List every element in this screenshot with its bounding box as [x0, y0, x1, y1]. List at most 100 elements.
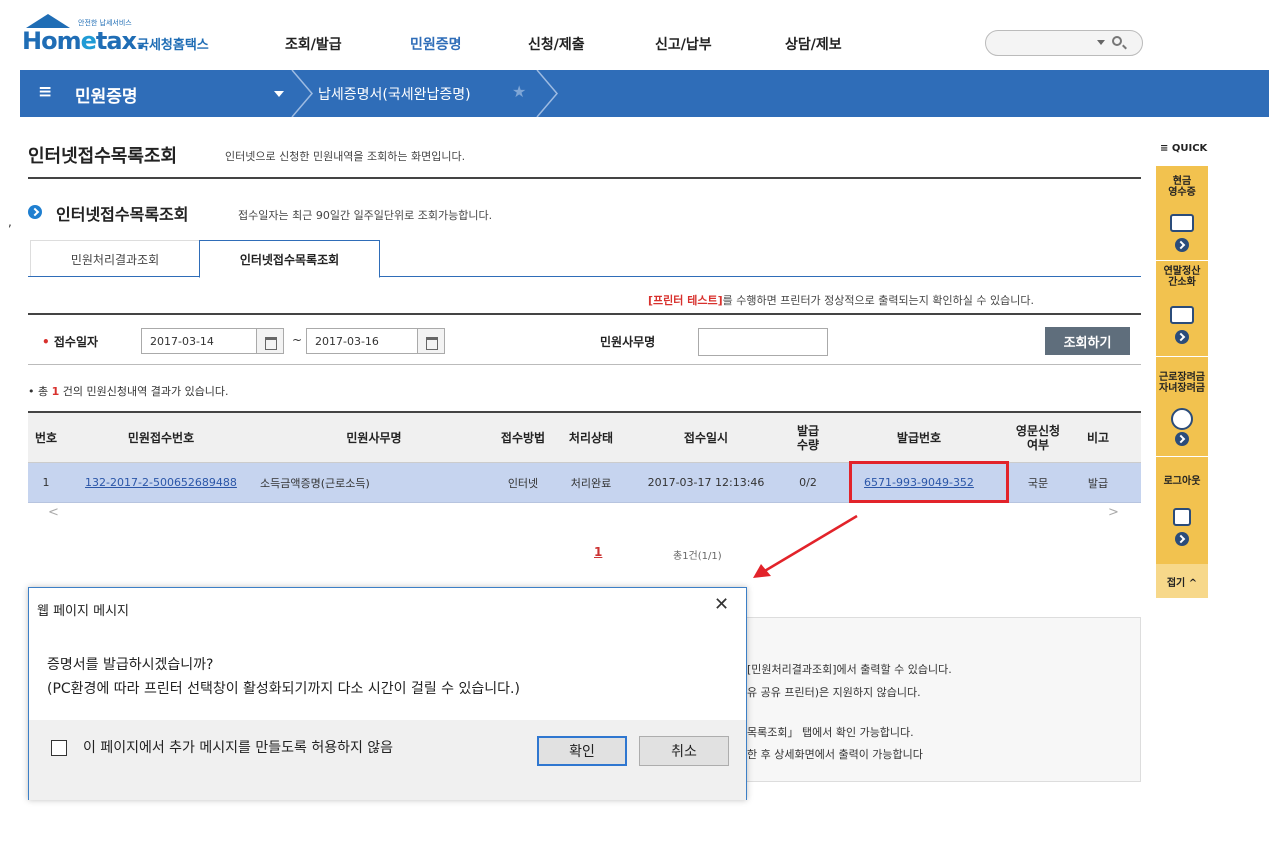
quick-cash-receipt[interactable]: 현금 영수증	[1156, 176, 1208, 198]
tab-internet-receipt-list[interactable]: 인터넷접수목록조회	[199, 240, 380, 278]
col-header-english: 영문신청 여부	[1015, 423, 1061, 452]
section-bullet-icon	[28, 205, 42, 219]
col-header-method: 접수방법	[500, 430, 546, 445]
cancel-button[interactable]: 취소	[639, 736, 729, 766]
col-header-note: 비고	[1086, 430, 1110, 445]
page-description: 인터넷으로 신청한 민원내역을 조회하는 화면입니다.	[225, 150, 466, 163]
calendar-icon[interactable]	[256, 328, 284, 354]
quick-menu-label: ≡ QUICK	[1160, 143, 1208, 154]
quick-divider	[1156, 356, 1208, 357]
hometax-logo[interactable]: 안전한 납세서비스 Hometax. 국세청홈택스	[20, 12, 230, 60]
dialog-title: 웹 페이지 메시지	[37, 604, 129, 619]
suppress-messages-checkbox[interactable]	[51, 740, 67, 756]
search-icon[interactable]	[1112, 36, 1122, 46]
logo-subtitle: 국세청홈택스	[137, 38, 209, 53]
table-header: 번호 민원접수번호 민원사무명 접수방법 처리상태 접수일시 발급 수량 발급번…	[28, 411, 1141, 463]
lock-icon[interactable]	[1173, 508, 1191, 526]
pager-total: 총1건(1/1)	[673, 551, 722, 562]
search-panel: • 접수일자 2017-03-14 ~ 2017-03-16 민원사무명 조회하…	[28, 313, 1141, 365]
cell-method: 인터넷	[507, 476, 539, 490]
search-button[interactable]: 조회하기	[1045, 327, 1130, 355]
col-header-issue-qty: 발급 수량	[796, 423, 820, 452]
logo-roof-icon	[26, 14, 70, 28]
dialog-message: 증명서를 발급하시겠습니까?	[47, 657, 214, 673]
breadcrumb-section[interactable]: 민원증명	[75, 82, 138, 107]
dialog-footer: 이 페이지에서 추가 메시지를 만들도록 허용하지 않음 확인 취소	[29, 720, 746, 800]
col-header-no: 번호	[34, 430, 58, 445]
ok-button[interactable]: 확인	[537, 736, 627, 766]
info-line: [민원처리결과조회]에서 출력할 수 있습니다.	[747, 663, 952, 676]
quick-menu: 현금 영수증 연말정산 간소화 근로장려금 자녀장려금 로그아웃 접기 ^	[1156, 166, 1208, 598]
result-count: • 총 1 건의 민원신청내역 결과가 있습니다.	[28, 385, 229, 398]
cell-note[interactable]: 발급	[1068, 463, 1128, 502]
quick-logout[interactable]: 로그아웃	[1156, 476, 1208, 487]
info-line: 목록조회」 탭에서 확인 가능합니다.	[747, 726, 914, 739]
pager-page-1[interactable]: 1	[594, 545, 602, 559]
breadcrumb-separator-icon	[291, 70, 313, 117]
go-icon[interactable]	[1175, 330, 1189, 344]
go-icon[interactable]	[1175, 432, 1189, 446]
favorite-star-icon[interactable]: ★	[512, 82, 526, 101]
receipt-number-link[interactable]: 132-2017-2-500652689488	[64, 463, 258, 502]
go-icon[interactable]	[1175, 532, 1189, 546]
col-header-service-name: 민원사무명	[346, 430, 402, 445]
quick-divider	[1156, 260, 1208, 261]
breadcrumb-current[interactable]: 납세증명서(국세완납증명)	[318, 84, 471, 104]
horizontal-scrollbar[interactable]: < >	[28, 503, 1141, 523]
menu-bar: ≡ 민원증명 납세증명서(국세완납증명) ★	[20, 70, 1269, 117]
nav-item-filing[interactable]: 신고/납부	[655, 34, 712, 54]
cell-english: 국문	[1027, 476, 1049, 490]
quick-collapse-button[interactable]: 접기 ^	[1156, 564, 1208, 598]
date-from-input[interactable]: 2017-03-14	[141, 328, 257, 354]
scroll-left-icon[interactable]: <	[48, 505, 59, 520]
info-line: 한 후 상세화면에서 출력이 가능합니다	[747, 748, 923, 761]
nav-item-certificates[interactable]: 민원증명	[410, 34, 462, 54]
cell-service-name: 소득금액증명(근로소득)	[260, 476, 370, 490]
close-icon[interactable]: ✕	[714, 594, 729, 615]
printer-test-note: [프린터 테스트]를 수행하면 프린터가 정상적으로 출력되는지 확인하실 수 …	[648, 294, 1034, 307]
col-header-status: 처리상태	[568, 430, 614, 445]
search-dropdown-icon[interactable]	[1097, 40, 1105, 45]
cell-status: 처리완료	[570, 476, 612, 490]
suppress-messages-label[interactable]: 이 페이지에서 추가 메시지를 만들도록 허용하지 않음	[83, 738, 483, 758]
hamburger-icon[interactable]: ≡	[38, 82, 52, 102]
col-header-received-at: 접수일시	[683, 430, 729, 445]
chevron-down-icon[interactable]	[274, 91, 284, 97]
receipt-icon[interactable]	[1170, 214, 1194, 232]
dialog-message-note: (PC환경에 따라 프린터 선택창이 활성화되기까지 다소 시간이 걸릴 수 있…	[47, 681, 520, 697]
date-label: • 접수일자	[42, 335, 99, 349]
annotation-arrow-icon	[753, 514, 858, 578]
page-title: 인터넷접수목록조회	[28, 146, 178, 167]
service-name-input[interactable]	[698, 328, 828, 356]
nav-item-inquiry[interactable]: 조회/발급	[285, 34, 342, 54]
quick-year-end[interactable]: 연말정산 간소화	[1156, 266, 1208, 288]
nav-item-consulting[interactable]: 상담/제보	[785, 34, 842, 54]
top-header: 안전한 납세서비스 Hometax. 국세청홈택스 조회/발급 민원증명 신청/…	[0, 0, 1269, 70]
heart-icon[interactable]	[1171, 408, 1193, 430]
top-search-box[interactable]	[985, 30, 1143, 56]
go-icon[interactable]	[1175, 238, 1189, 252]
nav-item-application[interactable]: 신청/제출	[528, 34, 585, 54]
cell-no: 1	[42, 476, 50, 489]
document-icon[interactable]	[1170, 306, 1194, 324]
printer-test-link[interactable]: [프린터 테스트]	[648, 294, 723, 307]
col-header-issue-no: 발급번호	[896, 430, 942, 445]
section-description: 접수일자는 최근 90일간 일주일단위로 조회가능합니다.	[238, 209, 493, 222]
breadcrumb-end-icon	[536, 70, 558, 117]
date-to-input[interactable]: 2017-03-16	[306, 328, 418, 354]
cell-issue-qty: 0/2	[799, 476, 817, 489]
tabs-underline	[28, 276, 1141, 277]
logo-wordmark: Hometax.	[22, 27, 145, 55]
scroll-right-icon[interactable]: >	[1108, 505, 1119, 520]
date-range-separator: ~	[292, 333, 303, 347]
quick-divider	[1156, 456, 1208, 457]
tab-result-inquiry[interactable]: 민원처리결과조회	[30, 240, 200, 277]
calendar-icon[interactable]	[417, 328, 445, 354]
highlight-box	[849, 461, 1009, 503]
web-page-message-dialog: 웹 페이지 메시지 ✕ 증명서를 발급하시겠습니까? (PC환경에 따라 프린터…	[28, 587, 747, 800]
quick-incentive[interactable]: 근로장려금 자녀장려금	[1156, 372, 1208, 394]
service-name-label: 민원사무명	[600, 335, 656, 349]
info-line: 유 공유 프린터)은 지원하지 않습니다.	[747, 686, 921, 699]
cell-received-at: 2017-03-17 12:13:46	[647, 476, 765, 489]
stray-mark: ,	[8, 215, 12, 229]
